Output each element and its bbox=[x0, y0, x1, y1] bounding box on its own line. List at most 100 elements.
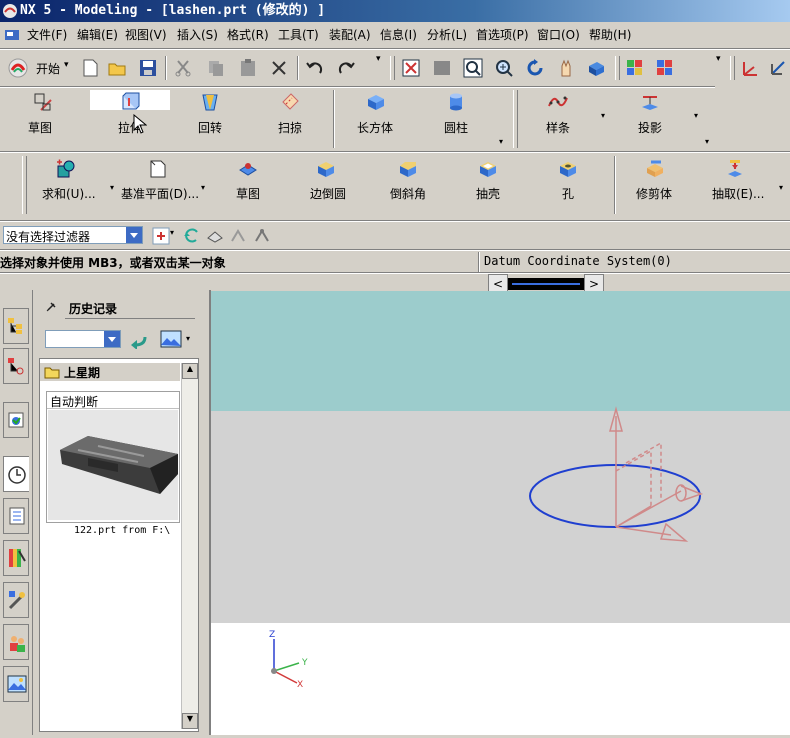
rotate-icon[interactable] bbox=[525, 58, 545, 78]
history-filter-dropdown-icon[interactable] bbox=[104, 331, 120, 347]
shell-icon[interactable] bbox=[478, 159, 498, 179]
sweep-icon[interactable] bbox=[280, 92, 300, 112]
assembly-navigator-tab[interactable] bbox=[3, 308, 29, 344]
open-icon[interactable] bbox=[107, 58, 127, 78]
constraint-navigator-tab[interactable] bbox=[3, 348, 29, 384]
datum-plane-icon[interactable] bbox=[148, 159, 168, 179]
scroll-down-icon[interactable]: ▼ bbox=[182, 713, 198, 729]
extract-label[interactable]: 抽取(E)... bbox=[712, 185, 764, 202]
history-scrollbar[interactable]: ▲ ▼ bbox=[181, 363, 198, 729]
select-dropdown-icon[interactable]: ▾ bbox=[170, 228, 174, 237]
palette-tab[interactable] bbox=[3, 540, 29, 576]
history-filter-select[interactable] bbox=[45, 330, 121, 348]
shell-label[interactable]: 抽壳 bbox=[476, 185, 500, 202]
menu-edit[interactable]: 编辑(E) bbox=[77, 24, 118, 46]
block-label[interactable]: 长方体 bbox=[357, 119, 393, 136]
pin-icon[interactable] bbox=[45, 301, 57, 313]
project-icon[interactable] bbox=[640, 92, 660, 112]
graphics-canvas[interactable]: Z Y X bbox=[211, 291, 790, 735]
menu-format[interactable]: 格式(R) bbox=[227, 24, 269, 46]
trim-body-icon[interactable] bbox=[645, 159, 665, 179]
paste-icon[interactable] bbox=[238, 58, 258, 78]
menu-window[interactable]: 窗口(O) bbox=[537, 24, 580, 46]
new-icon[interactable] bbox=[80, 58, 100, 78]
menu-analysis[interactable]: 分析(L) bbox=[427, 24, 467, 46]
move-to-layer-icon[interactable] bbox=[655, 58, 675, 78]
snap-options-icon[interactable] bbox=[253, 228, 271, 244]
system-materials-tab[interactable] bbox=[3, 624, 29, 660]
extract-icon[interactable] bbox=[725, 159, 745, 179]
trim-body-label[interactable]: 修剪体 bbox=[636, 185, 672, 202]
chamfer-icon[interactable] bbox=[398, 159, 418, 179]
redo-icon[interactable] bbox=[336, 58, 356, 78]
toolbar-overflow-icon[interactable]: ▾ bbox=[376, 54, 381, 64]
cylinder-icon[interactable] bbox=[446, 92, 466, 112]
csys-icon[interactable] bbox=[768, 58, 788, 78]
menu-info[interactable]: 信息(I) bbox=[380, 24, 417, 46]
history-item[interactable]: 自动判断 bbox=[46, 391, 180, 523]
sketch-icon[interactable] bbox=[33, 92, 53, 112]
sketch2-icon[interactable] bbox=[238, 159, 258, 179]
scroll-up-icon[interactable]: ▲ bbox=[182, 363, 198, 379]
menu-preferences[interactable]: 首选项(P) bbox=[476, 24, 529, 46]
unite-icon[interactable] bbox=[56, 159, 76, 179]
project-dropdown-icon[interactable]: ▾ bbox=[694, 111, 698, 120]
datum-plane-label[interactable]: 基准平面(D)... bbox=[121, 185, 199, 202]
delete-icon[interactable] bbox=[269, 58, 289, 78]
undo-icon[interactable] bbox=[305, 58, 325, 78]
menu-insert[interactable]: 插入(S) bbox=[177, 24, 218, 46]
chamfer-label[interactable]: 倒斜角 bbox=[390, 185, 426, 202]
menu-file[interactable]: 文件(F) bbox=[27, 24, 67, 46]
hole-label[interactable]: 孔 bbox=[562, 185, 574, 202]
menu-view[interactable]: 视图(V) bbox=[125, 24, 167, 46]
app-menu-icon[interactable] bbox=[4, 27, 20, 43]
zoom-in-out-icon[interactable] bbox=[494, 58, 514, 78]
history-tab[interactable] bbox=[3, 456, 29, 492]
select-all-icon[interactable] bbox=[152, 227, 170, 245]
block-icon[interactable] bbox=[366, 92, 386, 112]
sketch-label[interactable]: 草图 bbox=[28, 119, 52, 136]
hole-icon[interactable] bbox=[558, 159, 578, 179]
spline-label[interactable]: 样条 bbox=[546, 119, 570, 136]
project-label[interactable]: 投影 bbox=[638, 119, 662, 136]
fit-view-icon[interactable] bbox=[401, 58, 421, 78]
spline-dropdown-icon[interactable]: ▾ bbox=[601, 111, 605, 120]
part-navigator-tab[interactable] bbox=[3, 402, 29, 438]
edge-blend-label[interactable]: 边倒圆 bbox=[310, 185, 346, 202]
layer-settings-icon[interactable] bbox=[625, 58, 645, 78]
sketch2-label[interactable]: 草图 bbox=[236, 185, 260, 202]
roles-tab[interactable] bbox=[3, 582, 29, 618]
menu-help[interactable]: 帮助(H) bbox=[589, 24, 631, 46]
reset-filter-icon[interactable] bbox=[182, 228, 200, 244]
wcs-icon[interactable] bbox=[740, 58, 760, 78]
unite-dropdown-icon[interactable]: ▾ bbox=[110, 183, 114, 192]
type-filter-select[interactable]: 没有选择过滤器 bbox=[3, 226, 143, 244]
feature-point-icon[interactable] bbox=[206, 228, 224, 244]
shaded-view-icon[interactable] bbox=[586, 58, 606, 78]
history-group-header[interactable]: 上星期 bbox=[40, 363, 180, 381]
filter-dropdown-icon[interactable] bbox=[126, 227, 142, 243]
history-back-icon[interactable] bbox=[129, 331, 149, 349]
visualization-tab[interactable] bbox=[3, 666, 29, 702]
spline-icon[interactable] bbox=[548, 92, 568, 112]
revolve-icon[interactable] bbox=[200, 92, 220, 112]
snap-point-icon[interactable] bbox=[229, 228, 247, 244]
start-button[interactable]: 开始 ▾ bbox=[6, 56, 72, 80]
datum-plane-dropdown-icon[interactable]: ▾ bbox=[201, 183, 205, 192]
extract-dropdown-icon[interactable]: ▾ bbox=[779, 183, 783, 192]
pan-icon[interactable] bbox=[556, 58, 576, 78]
graphics-window[interactable]: Z Y X bbox=[211, 291, 790, 735]
scroller-track[interactable] bbox=[508, 278, 584, 290]
extrude-icon[interactable] bbox=[120, 92, 140, 112]
copy-icon[interactable] bbox=[206, 58, 226, 78]
curve-dropdown-icon[interactable]: ▾ bbox=[705, 137, 709, 146]
menu-tools[interactable]: 工具(T) bbox=[278, 24, 319, 46]
revolve-label[interactable]: 回转 bbox=[198, 119, 222, 136]
form-feature-dropdown-icon[interactable]: ▾ bbox=[499, 137, 503, 146]
zoom-icon[interactable] bbox=[463, 58, 483, 78]
toolbar-overflow2-icon[interactable]: ▾ bbox=[716, 54, 721, 64]
history-view-dropdown-icon[interactable]: ▾ bbox=[186, 334, 190, 343]
save-icon[interactable] bbox=[138, 58, 158, 78]
cylinder-label[interactable]: 圆柱 bbox=[444, 119, 468, 136]
zoom-window-icon[interactable] bbox=[432, 58, 452, 78]
